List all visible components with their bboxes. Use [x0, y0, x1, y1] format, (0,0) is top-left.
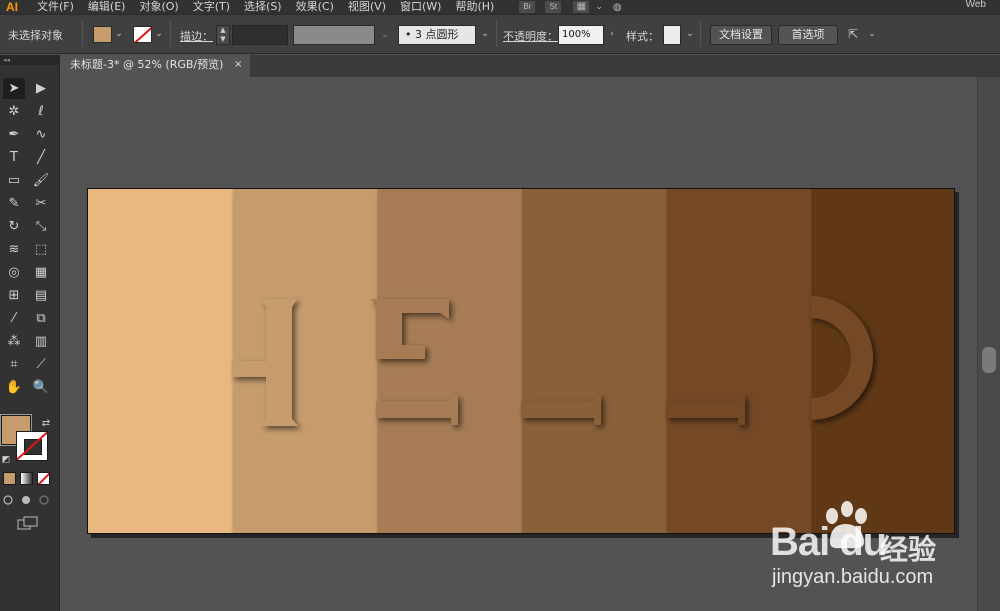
tools-panel: ◂◂ ➤ ▶ ✲ ℓ ✒ ∿ T ╱ ▭ 🖌 ✎ ✂ ↻ ⤡ ≋ ⬚ ◎ ▦ ⊞ ▤ ⁄ ⧉ ⁂ ▥ ⌗ ⟋ ✋ 🔍 ⇄ ◩: [0, 55, 60, 611]
document-tab-bar: 未标题-3* @ 52% (RGB/预览) ×: [62, 55, 1000, 77]
selection-status: 未选择对象: [8, 29, 63, 42]
menu-window[interactable]: 窗口(W): [393, 0, 448, 14]
divider: [82, 21, 83, 47]
gradient-tool-icon[interactable]: ▤: [30, 285, 52, 306]
scrollbar-thumb[interactable]: [982, 347, 996, 373]
gradient-mode-button[interactable]: [20, 472, 33, 485]
chevron-down-icon[interactable]: ⌄: [866, 27, 878, 41]
selection-tool-icon[interactable]: ➤: [3, 78, 25, 99]
menu-view[interactable]: 视图(V): [341, 0, 393, 14]
watermark-name: 经验: [880, 533, 937, 566]
zoom-tool-icon[interactable]: 🔍: [30, 377, 52, 398]
scale-tool-icon[interactable]: ⤡: [30, 216, 52, 237]
watermark-logo-text: Bai du: [770, 520, 887, 564]
color-panel-6[interactable]: [811, 189, 955, 534]
fill-color-swatch[interactable]: [93, 26, 112, 43]
color-mode-button[interactable]: [3, 472, 16, 485]
curvature-tool-icon[interactable]: ∿: [30, 124, 52, 145]
perspective-grid-tool-icon[interactable]: ▦: [30, 262, 52, 283]
shaper-tool-icon[interactable]: ✎: [3, 193, 25, 214]
stroke-label[interactable]: 描边：: [180, 28, 213, 44]
menu-file[interactable]: 文件(F): [30, 0, 81, 14]
control-bar: 未选择对象 ⌄ ⌄ 描边： ▲ ▼ ⌄ • 3 点圆形 ⌄ 不透明度： 100% …: [0, 14, 1000, 54]
color-panel-3[interactable]: [377, 189, 523, 534]
default-colors-icon[interactable]: ◩: [0, 450, 12, 471]
magic-wand-tool-icon[interactable]: ✲: [3, 101, 25, 122]
mesh-tool-icon[interactable]: ⊞: [3, 285, 25, 306]
chevron-down-icon[interactable]: ⌄: [684, 27, 696, 41]
menu-select[interactable]: 选择(S): [237, 0, 289, 14]
tab-title: 未标题-3* @ 52% (RGB/预览): [70, 58, 224, 71]
chevron-down-icon[interactable]: ⌄: [378, 25, 392, 45]
stroke-weight-stepper[interactable]: ▲ ▼: [216, 25, 230, 45]
opacity-input[interactable]: 100%: [558, 25, 604, 45]
symbol-sprayer-tool-icon[interactable]: ⁂: [3, 331, 25, 352]
chevron-down-icon[interactable]: ⌄: [153, 27, 165, 41]
watermark-url: jingyan.baidu.com: [772, 566, 934, 588]
menu-bar: AI 文件(F) 编辑(E) 对象(O) 文字(T) 选择(S) 效果(C) 视…: [0, 0, 1000, 14]
screen-mode-icon[interactable]: [17, 516, 39, 532]
app-logo: AI: [6, 0, 18, 14]
graphic-style-swatch[interactable]: [663, 25, 681, 45]
rotate-tool-icon[interactable]: ↻: [3, 216, 25, 237]
variable-width-profile[interactable]: [293, 25, 375, 45]
menu-edit[interactable]: 编辑(E): [81, 0, 133, 14]
stroke-color-box[interactable]: [16, 431, 48, 461]
slice-tool-icon[interactable]: ⟋: [30, 354, 52, 375]
type-tool-icon[interactable]: T: [3, 147, 25, 168]
none-mode-button[interactable]: [37, 472, 50, 485]
bridge-button[interactable]: Br: [519, 1, 536, 13]
divider: [170, 21, 171, 47]
panel-collapse-icon[interactable]: ◂◂: [0, 55, 60, 65]
opacity-label[interactable]: 不透明度：: [503, 28, 558, 44]
warp-tool-icon[interactable]: ≋: [3, 239, 25, 260]
stock-button[interactable]: St: [545, 1, 562, 13]
menu-effect[interactable]: 效果(C): [289, 0, 341, 14]
rectangle-tool-icon[interactable]: ▭: [3, 170, 25, 191]
chevron-down-icon[interactable]: ⌄: [113, 27, 125, 41]
menu-object[interactable]: 对象(O): [132, 0, 185, 14]
preferences-button[interactable]: 首选项: [778, 25, 838, 45]
color-panel-1[interactable]: [88, 189, 234, 534]
workspace-switcher[interactable]: Web: [966, 0, 986, 10]
shape-builder-tool-icon[interactable]: ◎: [3, 262, 25, 283]
divider: [496, 21, 497, 47]
color-panel-4[interactable]: [522, 189, 668, 534]
chevron-right-icon[interactable]: ›: [606, 27, 618, 41]
menu-help[interactable]: 帮助(H): [448, 0, 501, 14]
eyedropper-tool-icon[interactable]: ⁄: [3, 308, 25, 329]
direct-selection-tool-icon[interactable]: ▶: [30, 78, 52, 99]
draw-modes-icons[interactable]: [0, 492, 56, 508]
align-panel-icon[interactable]: ⇱: [848, 26, 864, 42]
chevron-down-icon[interactable]: ⌄: [479, 27, 491, 41]
column-graph-tool-icon[interactable]: ▥: [30, 331, 52, 352]
blend-tool-icon[interactable]: ⧉: [30, 308, 52, 329]
gpu-performance-icon[interactable]: ◍: [613, 2, 622, 13]
brush-definition-select[interactable]: • 3 点圆形: [398, 25, 476, 45]
style-label: 样式：: [626, 30, 659, 43]
divider: [700, 21, 701, 47]
free-transform-tool-icon[interactable]: ⬚: [30, 239, 52, 260]
pen-tool-icon[interactable]: ✒: [3, 124, 25, 145]
line-tool-icon[interactable]: ╱: [30, 147, 52, 168]
swap-fill-stroke-icon[interactable]: ⇄: [40, 413, 52, 434]
menu-type[interactable]: 文字(T): [186, 0, 237, 14]
hand-tool-icon[interactable]: ✋: [3, 377, 25, 398]
chevron-down-icon[interactable]: ⌄: [595, 2, 603, 12]
stroke-color-swatch[interactable]: [133, 26, 152, 43]
scissors-tool-icon[interactable]: ✂: [30, 193, 52, 214]
arrange-documents-icon[interactable]: ▦: [573, 1, 590, 13]
lasso-tool-icon[interactable]: ℓ: [30, 101, 52, 122]
tab-document[interactable]: 未标题-3* @ 52% (RGB/预览) ×: [62, 55, 250, 77]
color-panel-5[interactable]: [666, 189, 813, 534]
artboard[interactable]: [87, 188, 955, 534]
paintbrush-tool-icon[interactable]: 🖌: [30, 170, 52, 191]
stroke-weight-input[interactable]: [232, 25, 288, 45]
artboard-tool-icon[interactable]: ⌗: [3, 354, 25, 375]
close-icon[interactable]: ×: [234, 55, 242, 75]
baidu-watermark: Bai du 经验 jingyan.baidu.com: [762, 500, 998, 600]
document-setup-button[interactable]: 文档设置: [710, 25, 772, 45]
